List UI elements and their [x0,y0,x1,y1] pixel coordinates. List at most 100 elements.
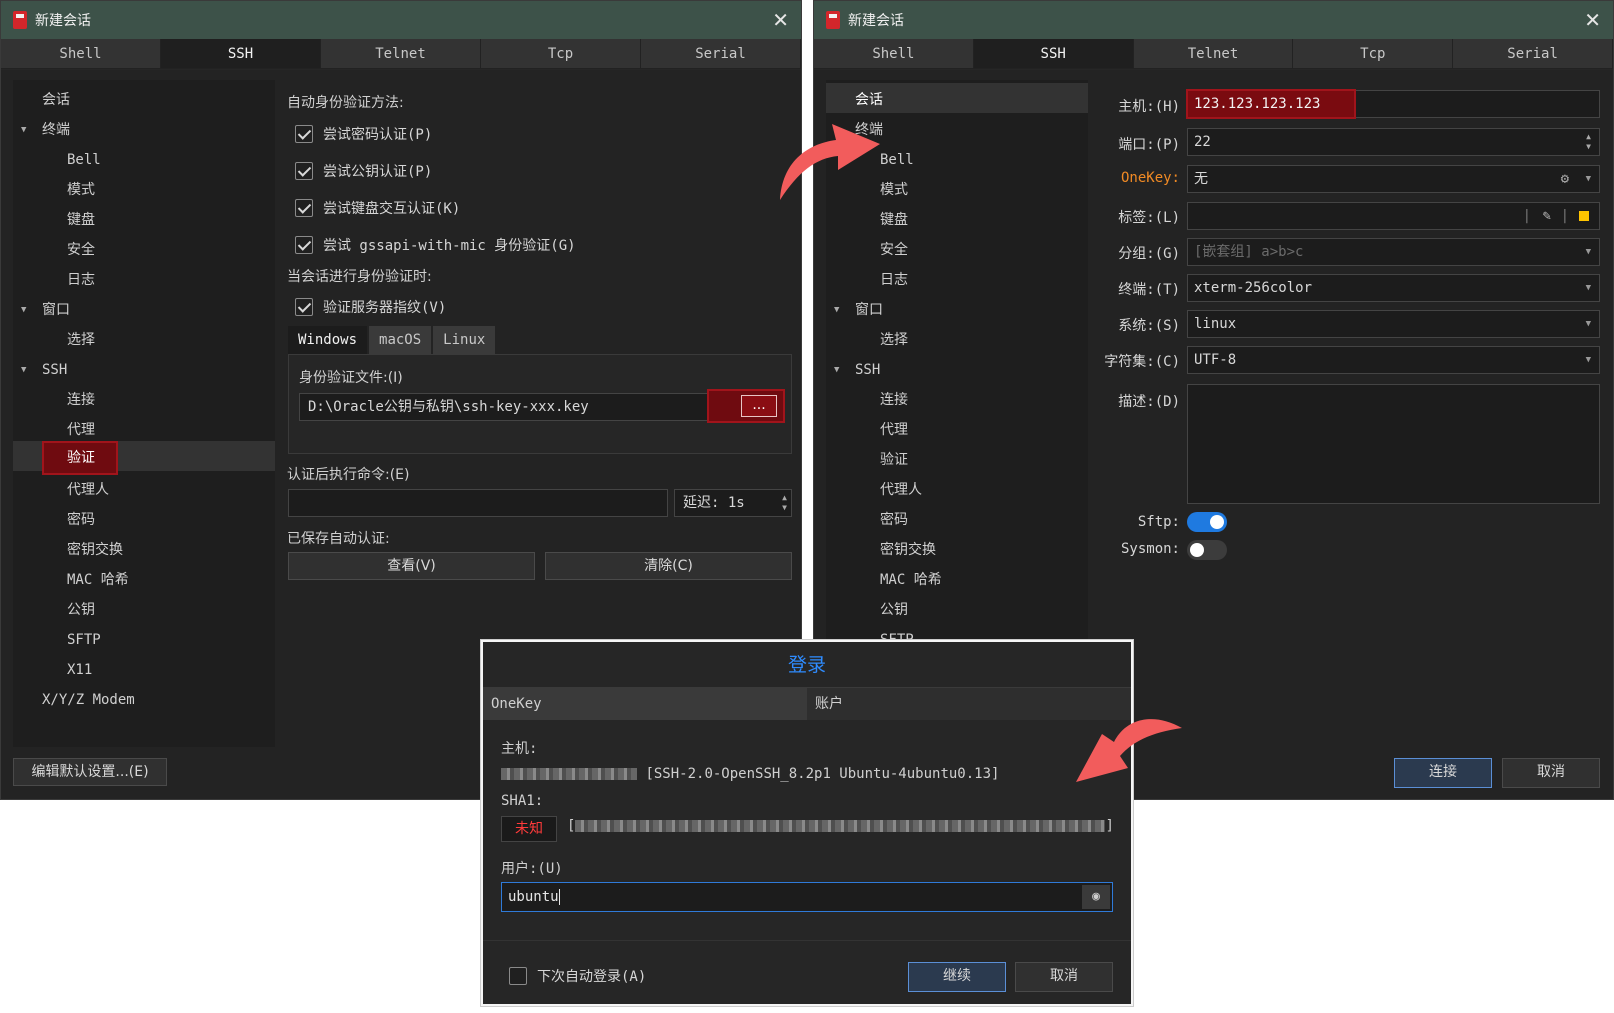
caret-down-icon[interactable]: ▼ [21,115,33,145]
chk-gssapi-row[interactable]: 尝试 gssapi-with-mic 身份验证(G) [295,235,576,255]
browse-button[interactable]: ... [741,395,777,417]
sysmon-toggle[interactable] [1187,540,1227,560]
tab-windows[interactable]: Windows [288,326,368,354]
auto-login-checkbox[interactable] [509,967,527,985]
onekey-select[interactable]: 无 ⚙ ▼ [1187,165,1600,193]
delay-input[interactable]: 延迟: 1s ▲ ▼ [674,489,792,517]
caret-down-icon[interactable]: ▼ [21,295,33,325]
tree-item-window[interactable]: 窗口 [855,295,1088,325]
tree-item-sftp[interactable]: SFTP [67,625,275,655]
color-square-icon[interactable] [1579,211,1589,221]
port-input[interactable]: 22 ▲ ▼ [1187,128,1600,156]
tree-item-bell[interactable]: Bell [880,145,1088,175]
tree-item-password[interactable]: 密码 [880,505,1088,535]
tree-item-connection[interactable]: 连接 [67,385,275,415]
close-icon[interactable]: ✕ [1584,8,1601,32]
tree-item-keyboard[interactable]: 键盘 [880,205,1088,235]
tree-item-security[interactable]: 安全 [67,235,275,265]
system-select[interactable]: linux ▼ [1187,310,1600,338]
edit-defaults-button[interactable]: 编辑默认设置...(E) [13,758,167,786]
tree-item-pubkey[interactable]: 公钥 [67,595,275,625]
chk-kbd-row[interactable]: 尝试键盘交互认证(K) [295,198,460,218]
eye-icon[interactable]: ◉ [1082,885,1110,909]
tree-item-security[interactable]: 安全 [880,235,1088,265]
dlg-cancel-button[interactable]: 取消 [1015,962,1113,992]
auto-login-row[interactable]: 下次自动登录(A) [509,966,646,986]
tree-item-terminal[interactable]: 终端 [855,115,1088,145]
chevron-down-icon[interactable]: ▼ [1586,275,1591,301]
continue-button[interactable]: 继续 [908,962,1006,992]
tab-telnet[interactable]: Telnet [1133,39,1294,68]
edit-icon[interactable]: ✎ [1543,203,1551,229]
tree-item-agent[interactable]: 代理人 [880,475,1088,505]
tree-item-window[interactable]: 窗口 [42,295,275,325]
charset-select[interactable]: UTF-8 ▼ [1187,346,1600,374]
tab-ssh[interactable]: SSH [973,39,1134,68]
tab-serial[interactable]: Serial [1453,39,1613,68]
tree-item-session[interactable]: 会话 [42,85,275,115]
tab-telnet[interactable]: Telnet [321,39,481,68]
tree-item-proxy[interactable]: 代理 [67,415,275,445]
tree-item-mode[interactable]: 模式 [67,175,275,205]
tab-onekey[interactable]: OneKey [483,688,807,720]
close-icon[interactable]: ✕ [772,8,789,32]
view-button[interactable]: 查看(V) [288,552,535,580]
tab-tcp[interactable]: Tcp [1293,39,1454,68]
check-icon[interactable] [295,162,313,180]
check-icon[interactable] [295,298,313,316]
right-cancel-button[interactable]: 取消 [1502,758,1600,788]
spinner-icon[interactable]: ▲ ▼ [1586,132,1591,152]
clear-button[interactable]: 清除(C) [545,552,792,580]
tree-item-terminal[interactable]: 终端 [42,115,275,145]
tree-item-keyboard[interactable]: 键盘 [67,205,275,235]
check-icon[interactable] [295,236,313,254]
tree-item-agent[interactable]: 代理人 [67,475,275,505]
terminal-select[interactable]: xterm-256color ▼ [1187,274,1600,302]
chk-fingerprint-row[interactable]: 验证服务器指纹(V) [295,297,446,317]
tab-shell[interactable]: Shell [1,39,161,68]
chevron-down-icon[interactable]: ▼ [1586,166,1591,192]
tree-item-mode[interactable]: 模式 [880,175,1088,205]
sftp-toggle[interactable] [1187,512,1227,532]
caret-down-icon[interactable]: ▼ [21,355,33,385]
tree-item-session[interactable]: 会话 [855,85,1088,115]
gear-icon[interactable]: ⚙ [1561,166,1569,192]
tab-macos[interactable]: macOS [369,326,432,354]
tree-item-connection[interactable]: 连接 [880,385,1088,415]
caret-down-icon[interactable]: ▼ [834,355,846,385]
tree-item-mac[interactable]: MAC 哈希 [67,565,275,595]
tree-item-select[interactable]: 选择 [880,325,1088,355]
group-select[interactable]: [嵌套组] a>b>c ▼ [1187,238,1600,266]
spinner-icon[interactable]: ▲ ▼ [782,493,787,513]
tree-item-kex[interactable]: 密钥交换 [67,535,275,565]
tree-item-kex[interactable]: 密钥交换 [880,535,1088,565]
tree-item-log[interactable]: 日志 [67,265,275,295]
tree-item-log[interactable]: 日志 [880,265,1088,295]
tree-item-ssh[interactable]: SSH [42,355,275,385]
tab-linux[interactable]: Linux [433,326,496,354]
chevron-down-icon[interactable]: ▼ [1586,347,1591,373]
check-icon[interactable] [295,125,313,143]
tree-item-auth[interactable]: 验证 [880,445,1088,475]
desc-textarea[interactable] [1187,384,1600,504]
chevron-down-icon[interactable]: ▼ [1586,311,1591,337]
tab-ssh[interactable]: SSH [161,39,321,68]
tree-item-mac[interactable]: MAC 哈希 [880,565,1088,595]
tree-item-auth[interactable]: 验证 [67,443,275,473]
tree-item-bell[interactable]: Bell [67,145,275,175]
check-icon[interactable] [295,199,313,217]
connect-button[interactable]: 连接 [1394,758,1492,788]
tree-item-select[interactable]: 选择 [67,325,275,355]
tab-shell[interactable]: Shell [814,39,974,68]
tab-serial[interactable]: Serial [641,39,801,68]
tree-item-pubkey[interactable]: 公钥 [880,595,1088,625]
tree-item-proxy[interactable]: 代理 [880,415,1088,445]
chk-password-row[interactable]: 尝试密码认证(P) [295,124,432,144]
host-input[interactable]: 123.123.123.123 [1186,89,1600,119]
tree-item-x11[interactable]: X11 [67,655,275,685]
chk-pubkey-row[interactable]: 尝试公钥认证(P) [295,161,432,181]
user-input[interactable]: ubuntu ◉ [501,882,1113,912]
chevron-down-icon[interactable]: ▼ [1586,239,1591,265]
tree-item-ssh[interactable]: SSH [855,355,1088,385]
caret-down-icon[interactable]: ▼ [834,295,846,325]
